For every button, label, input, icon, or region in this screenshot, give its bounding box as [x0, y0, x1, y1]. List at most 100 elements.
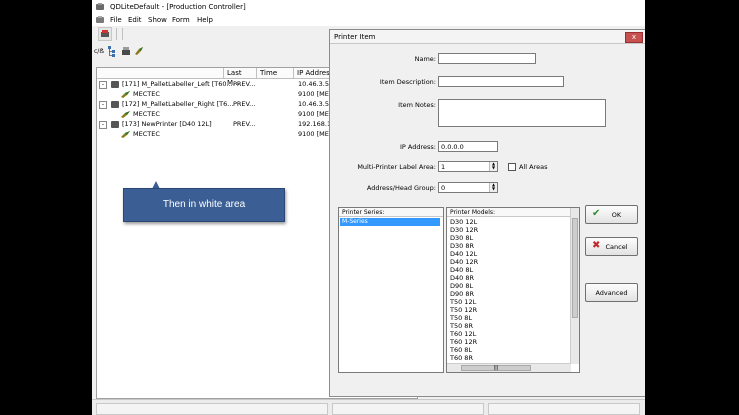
printer-models-header: Printer Models:	[447, 208, 571, 217]
device-name: MECTEC	[133, 90, 160, 98]
printer-model-item[interactable]: D30 8L	[450, 234, 473, 242]
status-cell	[488, 403, 640, 415]
printer-name: [171] M_PalletLabeller_Left [T60...	[122, 80, 233, 88]
last-message: PREV...	[233, 80, 256, 88]
bird-icon	[121, 91, 130, 98]
printer-name: [172] M_PalletLabeller_Right [T6...	[122, 100, 234, 108]
all-areas-label: All Areas	[519, 163, 548, 171]
menu-file[interactable]: File	[110, 16, 122, 24]
item-description-label: Item Description:	[379, 78, 436, 86]
printer-model-item[interactable]: T60 12R	[450, 338, 477, 346]
last-message: PREV...	[233, 100, 256, 108]
toolbar-separator	[122, 28, 123, 40]
printer-model-item[interactable]: T50 8L	[450, 314, 472, 322]
cross-icon: ✖	[592, 240, 601, 251]
printer-model-item[interactable]: T50 12R	[450, 306, 477, 314]
collapse-toggle[interactable]: -	[99, 81, 107, 89]
printer-name: [173] NewPrinter [D40 12L]	[122, 120, 212, 128]
collapse-toggle[interactable]: -	[99, 121, 107, 129]
printer-model-item[interactable]: D40 12L	[450, 250, 477, 258]
menu-help[interactable]: Help	[197, 16, 213, 24]
printer-model-item[interactable]: T60 8R	[450, 354, 473, 362]
scrollbar-thumb[interactable]: |||	[461, 365, 531, 371]
document-menu-icon[interactable]	[96, 16, 104, 24]
bird-icon	[121, 111, 130, 118]
address-head-group-label: Address/Head Group:	[366, 184, 436, 192]
printer-models-list[interactable]: Printer Models: D30 12L D30 12R D30 8L D30 …	[446, 207, 580, 373]
printer-model-item[interactable]: T50 12L	[450, 298, 476, 306]
models-horizontal-scrollbar[interactable]: |||	[447, 363, 571, 372]
advanced-button[interactable]: Advanced	[585, 283, 638, 302]
ip-address: 10.46.3.55	[298, 100, 334, 108]
dialog-title: Printer Item	[334, 33, 376, 41]
printer-model-item[interactable]: D30 12R	[450, 226, 478, 234]
bird-icon	[121, 131, 130, 138]
tutorial-callout: Then in white area	[123, 188, 285, 222]
toolbar-separator	[116, 28, 117, 40]
title-bar: QDLiteDefault - [Production Controller]	[92, 0, 645, 15]
all-areas-checkbox[interactable]	[508, 163, 516, 171]
collapse-toggle[interactable]: -	[99, 101, 107, 109]
column-header-last-message[interactable]: Last M...	[224, 68, 257, 87]
spinner-arrows-icon[interactable]: ▲ ▼	[489, 183, 497, 192]
printer-model-item[interactable]: D40 8L	[450, 266, 473, 274]
device-name: MECTEC	[133, 130, 160, 138]
cancel-button[interactable]: ✖ Cancel	[585, 237, 638, 256]
name-input[interactable]	[438, 53, 536, 64]
status-cell	[96, 403, 328, 415]
printer-icon	[111, 81, 119, 88]
name-label: Name:	[414, 55, 436, 63]
printer-model-item[interactable]: T60 12L	[450, 330, 476, 338]
status-cell	[332, 403, 484, 415]
check-icon: ✔	[592, 208, 601, 219]
printer-series-header: Printer Series:	[339, 208, 443, 217]
item-description-input[interactable]	[438, 76, 564, 87]
ip-address-input[interactable]: 0.0.0.0	[438, 141, 498, 152]
printer-model-item[interactable]: D30 12L	[450, 218, 477, 226]
menu-edit[interactable]: Edit	[128, 16, 142, 24]
menu-show[interactable]: Show	[148, 16, 167, 24]
last-message: PREV...	[233, 120, 256, 128]
printer-model-item[interactable]: D90 8L	[450, 282, 473, 290]
printer-model-item[interactable]: T60 8L	[450, 346, 472, 354]
printer-toolbar-button[interactable]	[98, 27, 112, 41]
ok-button[interactable]: ✔ OK	[585, 205, 638, 224]
printer-series-item-selected[interactable]: M-Series	[340, 218, 440, 226]
item-notes-textarea[interactable]	[438, 99, 606, 127]
multi-printer-label-area-value: 1	[441, 163, 446, 171]
printer-model-item[interactable]: T50 8R	[450, 322, 473, 330]
bird-icon[interactable]	[134, 46, 144, 56]
tree-view-icon[interactable]	[108, 46, 117, 57]
spinner-arrows-icon[interactable]: ▲ ▼	[489, 162, 497, 171]
item-notes-label: Item Notes:	[398, 101, 436, 109]
toolbar-text: c/ẞ	[94, 48, 104, 55]
window-title: QDLiteDefault - [Production Controller]	[110, 3, 246, 11]
menu-bar: File Edit Show Form Help	[92, 14, 645, 26]
close-icon: x	[631, 33, 637, 41]
address-head-group-spinner[interactable]: 0 ▲ ▼	[438, 182, 498, 193]
printer-icon	[111, 101, 119, 108]
printer-series-list[interactable]: Printer Series: M-Series	[338, 207, 444, 373]
address-head-group-value: 0	[441, 184, 446, 192]
column-header-name[interactable]	[97, 68, 224, 79]
printer-icon	[111, 121, 119, 128]
printer-model-item[interactable]: D30 8R	[450, 242, 474, 250]
status-bar	[92, 399, 645, 415]
multi-printer-label-area-spinner[interactable]: 1 ▲ ▼	[438, 161, 498, 172]
printer-icon	[101, 30, 109, 37]
column-header-time[interactable]: Time	[257, 68, 294, 79]
ip-address: 10.46.3.55	[298, 80, 334, 88]
printer-model-item[interactable]: D40 12R	[450, 258, 478, 266]
device-name: MECTEC	[133, 110, 160, 118]
scrollbar-thumb[interactable]	[572, 218, 578, 318]
menu-form[interactable]: Form	[172, 16, 190, 24]
ip-address-label: IP Address:	[400, 143, 436, 151]
printer-model-item[interactable]: D90 8R	[450, 290, 474, 298]
printer-icon[interactable]	[121, 46, 131, 56]
application-window: QDLiteDefault - [Production Controller] …	[92, 0, 645, 415]
close-button[interactable]: x	[625, 32, 643, 43]
printer-model-item[interactable]: D40 8R	[450, 274, 474, 282]
multi-printer-label-area-label: Multi-Printer Label Area:	[357, 163, 436, 171]
ok-button-label: OK	[611, 211, 622, 219]
models-vertical-scrollbar[interactable]	[570, 208, 579, 364]
